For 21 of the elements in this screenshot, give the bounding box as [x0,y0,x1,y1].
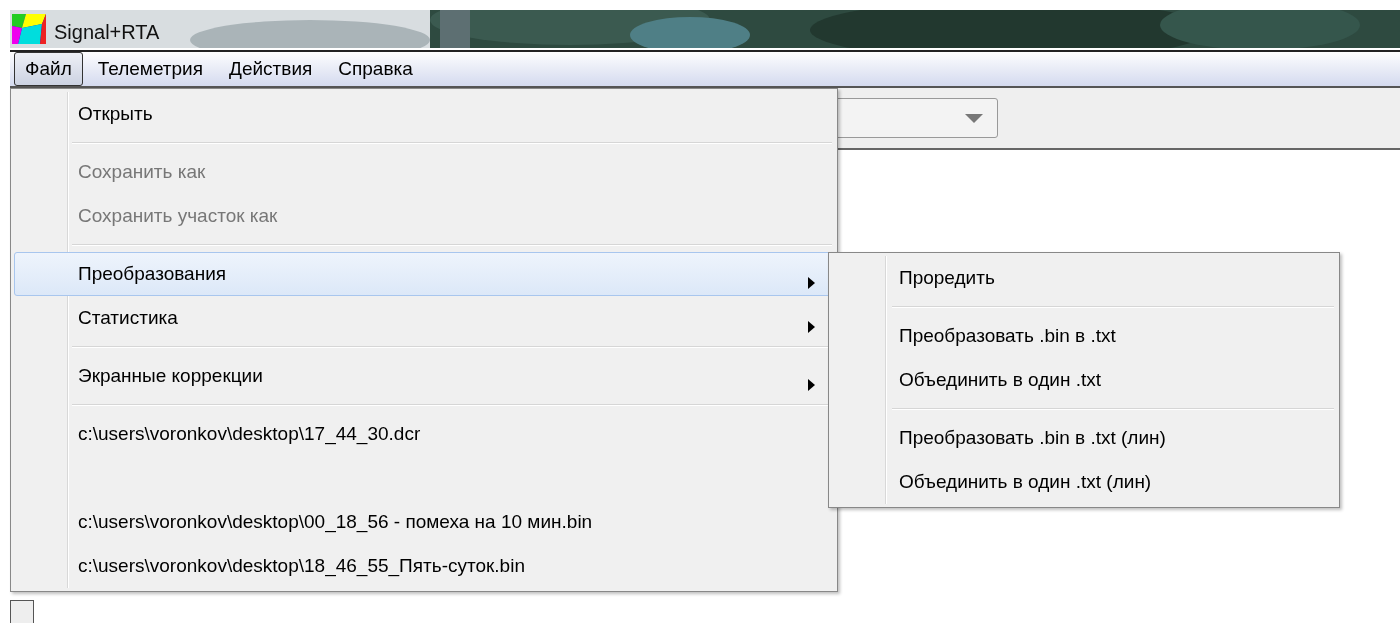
menu-item[interactable]: Экранные коррекции [14,354,834,398]
menu-item[interactable]: Действия [218,51,324,87]
caret-icon [965,114,983,124]
app-icon [12,14,46,44]
menu-item[interactable]: Объединить в один .txt [832,358,1336,402]
menu-item[interactable]: Статистика [14,296,834,340]
menu-item[interactable]: Файл [14,51,83,87]
window-title: Signal+RTA [54,20,160,45]
menu-item[interactable]: Справка [327,51,424,87]
menu-item[interactable]: c:\users\voronkov\desktop\00_18_56 - помеха на 10 мин.bin [14,500,834,544]
menu-item[interactable]: Проредить [832,256,1336,300]
submenu-arrow-icon [808,321,815,333]
menu-item[interactable]: Преобразовать .bin в .txt [832,314,1336,358]
menu-item[interactable]: Объединить в один .txt (лин) [832,460,1336,504]
menu-item[interactable]: Открыть [14,92,834,136]
menu-item[interactable]: c:\users\voronkov\desktop\18_46_55_Пять-суток.bin [14,544,834,588]
submenu-arrow-icon [808,277,815,289]
menu-item[interactable]: Телеметрия [86,51,215,87]
submenu-arrow-icon [808,379,815,391]
panel-edge [10,600,34,623]
menu-item[interactable]: Преобразовать .bin в .txt (лин) [832,416,1336,460]
